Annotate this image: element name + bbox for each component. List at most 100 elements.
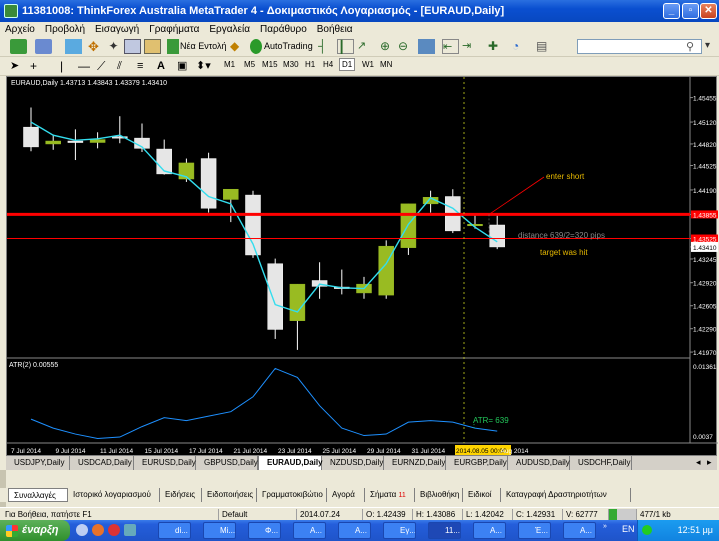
tab-eurusd[interactable]: EURUSD,Daily (134, 456, 196, 470)
menu-view[interactable]: Προβολή (40, 24, 90, 35)
timeframe-m1[interactable]: M1 (224, 60, 235, 69)
new-order-icon[interactable] (167, 39, 179, 54)
tab-trade[interactable]: Συναλλαγές (8, 488, 68, 502)
autoscroll-icon[interactable]: ⇤ (442, 39, 459, 54)
quicklaunch-icon-3[interactable] (108, 524, 120, 536)
profiles-icon[interactable] (35, 39, 52, 54)
timeframe-h4[interactable]: H4 (323, 60, 333, 69)
quicklaunch-icon-2[interactable] (92, 524, 104, 536)
tab-eurgbp[interactable]: EURGBP,Daily (446, 456, 508, 470)
tab-alerts[interactable]: Ειδοποιήσεις (202, 488, 257, 502)
text-icon[interactable]: A (157, 59, 174, 74)
tray-icon[interactable] (642, 525, 652, 535)
arrows-icon[interactable]: ⬍▾ (196, 59, 213, 74)
menu-tools[interactable]: Εργαλεία (204, 24, 255, 35)
tabs-scroll-left-icon[interactable]: ◂ (696, 457, 701, 468)
search-input[interactable] (577, 39, 702, 54)
menu-file[interactable]: Αρχείο (0, 24, 40, 35)
timeframe-m15[interactable]: M15 (262, 60, 278, 69)
taskbar-button-3[interactable]: Φ... (248, 522, 281, 539)
taskbar-button-9[interactable]: Έ... (518, 522, 551, 539)
tab-usdchf[interactable]: USDCHF,Daily (570, 456, 632, 470)
new-order-button[interactable]: Νέα Εντολή (180, 41, 227, 51)
tab-news[interactable]: Ειδήσεις (160, 488, 202, 502)
timeframe-h1[interactable]: H1 (305, 60, 315, 69)
tab-euraud[interactable]: EURAUD,Daily (258, 455, 323, 470)
templates-icon[interactable]: ▤ (536, 39, 553, 54)
autotrading-icon[interactable] (250, 39, 262, 54)
taskbar-button-7[interactable]: 11... (428, 522, 461, 539)
price-chart[interactable]: 1.45455 1.45120 1.44820 1.44525 1.44190 1.438… (7, 77, 718, 457)
bar-chart-icon[interactable]: ┤ (318, 39, 335, 54)
timeframe-m5[interactable]: M5 (244, 60, 255, 69)
tab-mailbox[interactable]: Γραμματοκιβώτιο (257, 488, 327, 502)
app-icon (4, 4, 18, 18)
tab-audusd[interactable]: AUDUSD,Daily (508, 456, 570, 470)
status-volume: V: 62777 (562, 509, 608, 520)
chart-window[interactable]: 1.45455 1.45120 1.44820 1.44525 1.44190 1.438… (6, 76, 718, 457)
tab-signals[interactable]: Σήματα 11 (365, 488, 415, 502)
quicklaunch-icon-1[interactable] (76, 524, 88, 536)
maximize-button[interactable]: ▫ (682, 3, 699, 19)
taskbar-button-1[interactable]: di... (158, 522, 191, 539)
autotrading-button[interactable]: AutoTrading (264, 41, 313, 51)
new-chart-icon[interactable] (10, 39, 27, 54)
minimize-button[interactable]: _ (663, 3, 680, 19)
menu-insert[interactable]: Εισαγωγή (90, 24, 144, 35)
line-chart-icon[interactable]: ↗ (357, 39, 374, 54)
crosshair-tool-icon[interactable]: + (30, 59, 47, 74)
taskbar-button-4[interactable]: A... (293, 522, 326, 539)
tile-windows-icon[interactable] (418, 39, 435, 54)
tab-library[interactable]: Βιβλιοθήκη (415, 488, 463, 502)
candle-body (89, 139, 106, 143)
zoom-in-icon[interactable]: ⊕ (380, 39, 397, 54)
terminal-icon[interactable] (124, 39, 141, 54)
tab-gbpusd[interactable]: GBPUSD,Daily (196, 456, 258, 470)
channel-icon[interactable]: ⫽ (117, 59, 134, 74)
taskbar-more-icon[interactable]: » (603, 523, 607, 530)
search-icon[interactable]: ⚲ (686, 40, 694, 53)
fibonacci-icon[interactable]: ≡ (137, 59, 154, 74)
tester-icon[interactable] (144, 39, 161, 54)
annotation-arrow (488, 176, 545, 215)
horizontal-line-icon[interactable]: — (78, 59, 95, 74)
tab-market[interactable]: Αγορά (327, 488, 365, 502)
timeframe-m30[interactable]: M30 (283, 60, 299, 69)
zoom-out-icon[interactable]: ⊖ (398, 39, 415, 54)
taskbar-button-2[interactable]: Mi... (203, 522, 236, 539)
tab-eurnzd[interactable]: EURNZD,Daily (384, 456, 446, 470)
tab-usdcad[interactable]: USDCAD,Daily (70, 456, 134, 470)
text-label-icon[interactable]: ▣ (177, 59, 194, 74)
navigator-icon[interactable]: ✦ (105, 39, 122, 54)
timeframe-w1[interactable]: W1 (362, 60, 374, 69)
taskbar-button-6[interactable]: Εγ... (383, 522, 416, 539)
language-indicator[interactable]: EN (622, 524, 635, 534)
crosshair-icon[interactable]: ✥ (85, 39, 102, 54)
market-watch-icon[interactable] (65, 39, 82, 54)
metaeditor-icon[interactable]: ◆ (230, 39, 247, 54)
close-button[interactable]: ✕ (700, 3, 717, 19)
indicators-icon[interactable]: ✚ (488, 39, 505, 54)
periods-icon[interactable]: ◔ (512, 39, 529, 54)
taskbar-button-5[interactable]: A... (338, 522, 371, 539)
tab-usdjpy[interactable]: USDJPY,Daily (6, 456, 70, 470)
menu-help[interactable]: Βοήθεια (312, 24, 358, 35)
options-icon[interactable]: ▾ (705, 40, 710, 51)
menu-charts[interactable]: Γραφήματα (144, 24, 204, 35)
tab-account-history[interactable]: Ιστορικό λογαριασμού (68, 488, 160, 502)
chart-shift-icon[interactable]: ⇥ (462, 39, 479, 54)
candlestick-icon[interactable]: ┃ (337, 39, 354, 54)
cursor-icon[interactable]: ➤ (10, 59, 27, 74)
tab-nzdusd[interactable]: NZDUSD,Daily (322, 456, 384, 470)
taskbar-button-8[interactable]: A... (473, 522, 506, 539)
trendline-icon[interactable]: ⟋ (97, 59, 114, 74)
taskbar-button-10[interactable]: A... (563, 522, 596, 539)
tab-experts[interactable]: Ειδικοί (463, 488, 501, 502)
quicklaunch-icon-4[interactable] (124, 524, 136, 536)
tab-journal[interactable]: Καταγραφή Δραστηριοτήτων (501, 488, 631, 502)
menu-window[interactable]: Παράθυρο (255, 24, 312, 35)
tabs-scroll-right-icon[interactable]: ▸ (707, 457, 712, 468)
timeframe-d1[interactable]: D1 (339, 58, 356, 71)
vertical-line-icon[interactable]: | (60, 59, 77, 74)
timeframe-mn[interactable]: MN (380, 60, 392, 69)
